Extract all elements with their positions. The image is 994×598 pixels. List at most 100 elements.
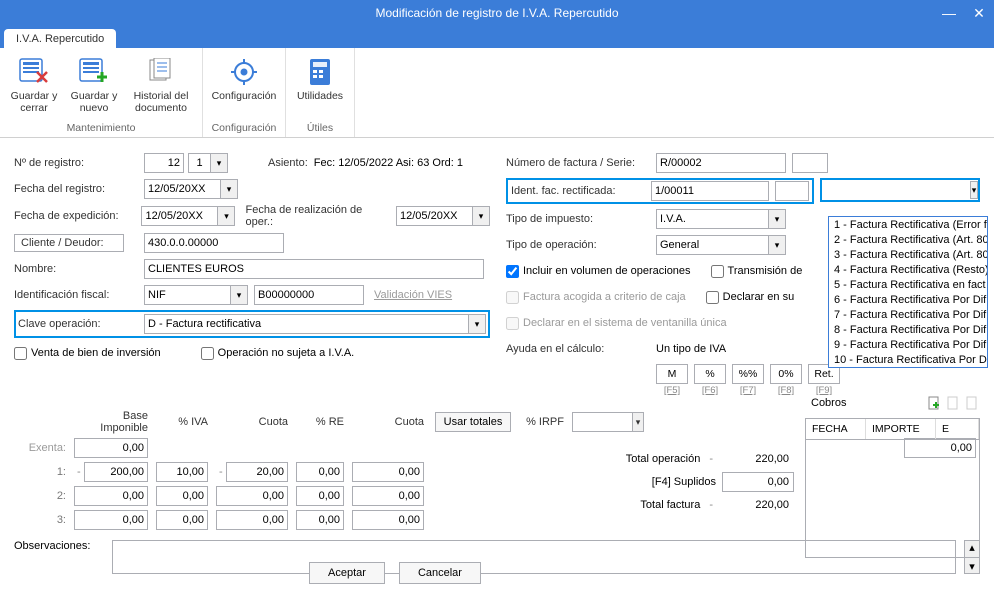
r2-base-input[interactable]	[74, 486, 148, 506]
r1-cuota-input[interactable]	[226, 462, 288, 482]
ribbon-label: Configuración	[212, 90, 277, 102]
save-and-new-button[interactable]: Guardar y nuevo	[66, 52, 122, 120]
add-icon[interactable]	[926, 395, 942, 411]
suplidos-input[interactable]: 0,00	[722, 472, 794, 492]
r2-re-input[interactable]	[296, 486, 344, 506]
fecha-realizacion-input[interactable]	[396, 206, 472, 226]
irpf-select[interactable]	[572, 412, 632, 432]
dropdown-option[interactable]: 5 - Factura Rectificativa en fact	[829, 277, 987, 292]
close-button[interactable]: ✕	[964, 0, 994, 26]
tab-iva-repercutido[interactable]: I.V.A. Repercutido	[4, 29, 116, 48]
r3-cuota2-input[interactable]	[352, 510, 424, 530]
r2-cuota-input[interactable]	[216, 486, 288, 506]
dropdown-option[interactable]: 4 - Factura Rectificativa (Resto)	[829, 262, 987, 277]
r2-cuota2-input[interactable]	[352, 486, 424, 506]
tipo-rectificativa-select[interactable]: ▾	[820, 178, 980, 202]
cliente-input[interactable]	[144, 233, 284, 253]
tipo-impuesto-select[interactable]	[656, 209, 768, 229]
dropdown-arrow-icon[interactable]: ▾	[768, 235, 786, 255]
fecha-registro-input[interactable]	[144, 179, 220, 199]
dropdown-arrow-icon[interactable]: ▾	[210, 153, 228, 173]
tipo-rectificativa-value[interactable]	[822, 181, 970, 199]
r1-base-input[interactable]	[84, 462, 148, 482]
label-nombre: Nombre:	[14, 263, 144, 275]
ident-rectificada-extra-input[interactable]	[775, 181, 809, 201]
checkbox-icon[interactable]	[506, 265, 519, 278]
minimize-button[interactable]: —	[934, 0, 964, 26]
dropdown-arrow-icon[interactable]: ▾	[768, 209, 786, 229]
calc-0pct-button[interactable]: 0%	[770, 364, 802, 384]
hint-f5: [F5]	[664, 385, 680, 396]
incluir-volumen-checkbox[interactable]: Incluir en volumen de operaciones	[506, 265, 691, 278]
ribbon-group-mantenimiento: Guardar y cerrar Guardar y nuevo Histori…	[0, 48, 203, 137]
asiento-text: Fec: 12/05/2022 Asi: 63 Ord: 1	[314, 157, 463, 169]
r1-re-input[interactable]	[296, 462, 344, 482]
r3-base-input[interactable]	[74, 510, 148, 530]
checkbox-icon[interactable]	[711, 265, 724, 278]
exenta-base-input[interactable]	[74, 438, 148, 458]
r3-re-input[interactable]	[296, 510, 344, 530]
dropdown-option[interactable]: 3 - Factura Rectificativa (Art. 80	[829, 247, 987, 262]
ribbon-group-label: Útiles	[307, 120, 333, 137]
dropdown-arrow-icon[interactable]: ▾	[220, 179, 238, 199]
history-icon	[145, 56, 177, 88]
document-history-button[interactable]: Historial del documento	[126, 52, 196, 120]
calc-m-button[interactable]: M	[656, 364, 688, 384]
delete-icon[interactable]	[964, 395, 980, 411]
num-factura-input[interactable]	[656, 153, 786, 173]
dropdown-option[interactable]: 9 - Factura Rectificativa Por Dif	[829, 337, 987, 352]
tipo-operacion-select[interactable]	[656, 235, 768, 255]
dropdown-arrow-icon[interactable]: ▾	[230, 285, 248, 305]
ident-rectificada-input[interactable]	[651, 181, 769, 201]
r2-pct-input[interactable]	[156, 486, 208, 506]
r1-pct-input[interactable]	[156, 462, 208, 482]
dropdown-arrow-icon[interactable]: ▾	[217, 206, 235, 226]
calc-pctpct-button[interactable]: %%	[732, 364, 764, 384]
r3-cuota-input[interactable]	[216, 510, 288, 530]
configuration-button[interactable]: Configuración	[209, 52, 279, 120]
op-no-sujeta-checkbox[interactable]: Operación no sujeta a I.V.A.	[201, 347, 355, 360]
dropdown-option[interactable]: 2 - Factura Rectificativa (Art. 80	[829, 232, 987, 247]
r1-cuota2-input[interactable]	[352, 462, 424, 482]
n-registro-input[interactable]	[144, 153, 184, 173]
edit-icon[interactable]	[945, 395, 961, 411]
cancel-button[interactable]: Cancelar	[399, 562, 481, 584]
dropdown-arrow-icon[interactable]: ▾	[468, 314, 486, 334]
fecha-expedicion-input[interactable]	[141, 206, 217, 226]
dropdown-option[interactable]: 7 - Factura Rectificativa Por Dif	[829, 307, 987, 322]
hint-f6: [F6]	[702, 385, 718, 396]
nombre-input[interactable]	[144, 259, 484, 279]
n-registro-sub-input[interactable]	[188, 153, 210, 173]
checkbox-icon[interactable]	[201, 347, 214, 360]
checkbox-icon[interactable]	[14, 347, 27, 360]
id-fiscal-input[interactable]	[254, 285, 364, 305]
dropdown-option[interactable]: 8 - Factura Rectificativa Por Dif	[829, 322, 987, 337]
transmision-checkbox[interactable]: Transmisión de	[711, 265, 803, 278]
dropdown-arrow-icon[interactable]: ▾	[970, 181, 978, 199]
dropdown-arrow-icon[interactable]: ▾	[632, 412, 644, 432]
dropdown-option[interactable]: 6 - Factura Rectificativa Por Dif	[829, 292, 987, 307]
validacion-vies-link[interactable]: Validación VIES	[374, 289, 452, 301]
save-and-close-button[interactable]: Guardar y cerrar	[6, 52, 62, 120]
serie-input[interactable]	[792, 153, 828, 173]
declarar-ventanilla-checkbox[interactable]: Declarar en el sistema de ventanilla úni…	[506, 317, 727, 330]
dropdown-option[interactable]: 10 - Factura Rectificativa Por D	[829, 352, 987, 367]
declarar-su-checkbox[interactable]: Declarar en su	[706, 291, 795, 304]
dropdown-arrow-icon[interactable]: ▾	[472, 206, 490, 226]
utilities-button[interactable]: Utilidades	[292, 52, 348, 120]
form-left-column: Nº de registro: ▾ Asiento: Fec: 12/05/20…	[14, 152, 490, 400]
checkbox-icon[interactable]	[706, 291, 719, 304]
tipo-rectificativa-dropdown[interactable]: 1 - Factura Rectificativa (Error f 2 - F…	[828, 216, 988, 368]
accept-button[interactable]: Aceptar	[309, 562, 385, 584]
r3-pct-input[interactable]	[156, 510, 208, 530]
total-factura-value: 220,00	[722, 498, 794, 512]
clave-operacion-select[interactable]	[144, 314, 468, 334]
usar-totales-button[interactable]: Usar totales	[435, 412, 512, 432]
dropdown-option[interactable]: 1 - Factura Rectificativa (Error f	[829, 217, 987, 232]
factura-caja-checkbox[interactable]: Factura acogida a criterio de caja	[506, 291, 686, 304]
id-fiscal-type-select[interactable]	[144, 285, 230, 305]
cliente-deudor-button[interactable]: Cliente / Deudor:	[14, 234, 124, 252]
cobros-panel: Cobros FECHA IMPORTE E	[805, 394, 980, 558]
calc-pct-button[interactable]: %	[694, 364, 726, 384]
venta-bien-checkbox[interactable]: Venta de bien de inversión	[14, 347, 161, 360]
